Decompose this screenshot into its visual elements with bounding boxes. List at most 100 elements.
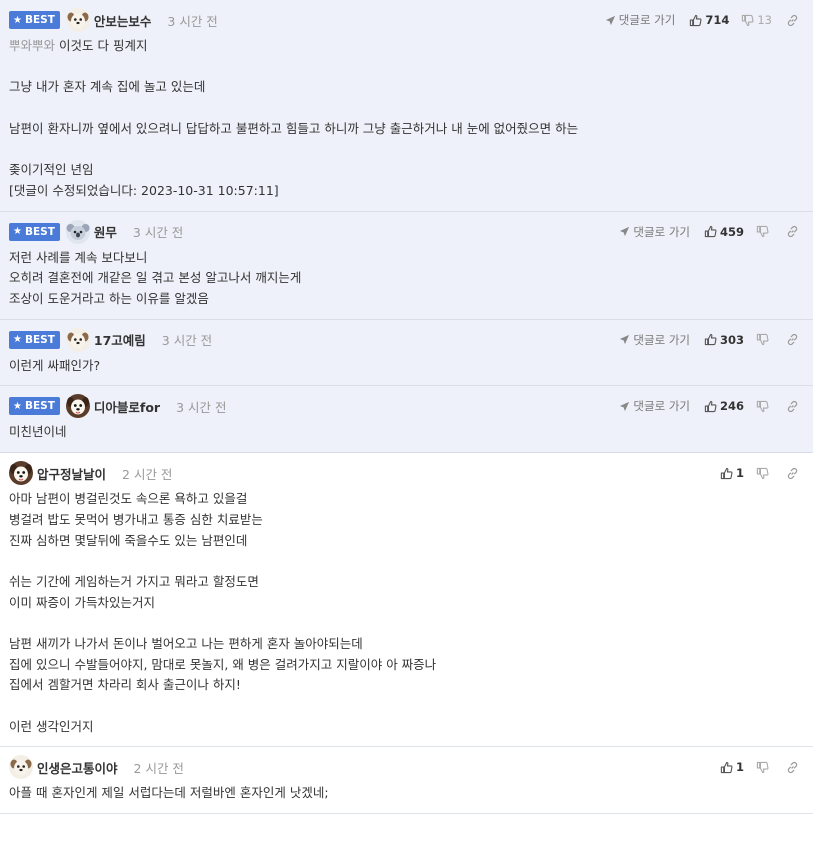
comment-body: 저런 사례를 계속 보다보니 오히려 결혼전에 개같은 일 겪고 본성 알고나서 …: [9, 248, 803, 310]
comment-line: 병걸려 밥도 못먹어 병가내고 통증 심한 치료받는: [9, 510, 803, 531]
avatar[interactable]: [65, 8, 90, 32]
avatar[interactable]: [65, 327, 90, 352]
upvote-button[interactable]: 1: [720, 760, 744, 774]
author-nickname[interactable]: 압구정날날이: [37, 464, 106, 483]
copy-link-button[interactable]: [786, 14, 799, 27]
downvote-button[interactable]: 13: [741, 13, 772, 27]
comment-text: 이런게 싸패인가?: [9, 357, 101, 373]
best-badge: ★ BEST: [9, 11, 60, 29]
avatar[interactable]: [9, 461, 33, 486]
upvote-button[interactable]: 714: [689, 13, 729, 27]
downvote-button[interactable]: [756, 333, 772, 346]
comment: 압구정날날이 2 시간 전 1 아마 남편이 병걸린것도 속으론 욕하고 있을걸…: [0, 453, 813, 748]
comment: ★ BEST 디아블로for 3 시간 전 댓글로 가기 246 미친년이네: [0, 386, 813, 454]
comment-text: 좆이기적인 년임: [9, 162, 94, 178]
comment-actions: 1: [720, 461, 803, 485]
thumbs-up-icon: [720, 761, 733, 774]
downvote-button[interactable]: [756, 225, 772, 238]
upvote-count: 714: [705, 13, 730, 27]
comment-line: [9, 696, 803, 717]
comment-text: [댓글이 수정되었습니다: 2023-10-31 10:57:11]: [9, 182, 279, 198]
upvote-button[interactable]: 246: [704, 399, 744, 413]
comment-actions: 댓글로 가기 459: [619, 220, 803, 244]
comment-body: 뿌와뿌와 이것도 다 핑계지 그냥 내가 혼자 계속 집에 놀고 있는데 남편이 환자…: [9, 36, 803, 202]
thumbs-up-icon: [704, 400, 717, 413]
upvote-count: 303: [719, 332, 744, 347]
copy-link-button[interactable]: [786, 225, 799, 238]
comment-header: 압구정날날이 2 시간 전 1: [9, 461, 803, 486]
author-nickname[interactable]: 인생은고통이야: [37, 758, 118, 777]
comment-line: [9, 57, 803, 78]
goto-reply-link[interactable]: 댓글로 가기: [619, 332, 690, 348]
best-badge-label: BEST: [24, 225, 55, 238]
thumbs-down-icon: [756, 334, 769, 346]
best-badge-label: BEST: [24, 400, 55, 413]
comment-line: 남편이 환자니까 옆에서 있으려니 답답하고 불편하고 힘들고 하니까 그냥 출…: [9, 119, 803, 140]
thumbs-down-icon: [756, 467, 769, 479]
send-icon: [620, 401, 630, 411]
comment-line: 아플 때 혼자인게 제일 서럽다는데 저럴바엔 혼자인게 낫겠네;: [9, 783, 803, 804]
avatar[interactable]: [9, 755, 33, 780]
avatar[interactable]: [65, 219, 90, 244]
comment: ★ BEST 안보는보수 3 시간 전 댓글로 가기 714 13 뿌와뿌와 이…: [0, 0, 813, 212]
goto-reply-link[interactable]: 댓글로 가기: [619, 398, 690, 414]
goto-reply-label: 댓글로 가기: [633, 224, 690, 239]
comment-header: ★ BEST 원무 3 시간 전 댓글로 가기 459: [9, 219, 803, 244]
downvote-button[interactable]: [756, 761, 772, 774]
comment-time: 2 시간 전: [122, 466, 173, 482]
upvote-count: 1: [735, 760, 744, 775]
reply-target-nickname[interactable]: 뿌와뿌와: [9, 38, 55, 53]
send-icon: [620, 335, 630, 345]
comment-actions: 댓글로 가기 303: [619, 328, 803, 352]
comment-text: 조상이 도운거라고 하는 이유를 알겠음: [9, 290, 209, 306]
comment-body: 아마 남편이 병걸린것도 속으론 욕하고 있을걸 병걸려 밥도 못먹어 병가내고 …: [9, 489, 803, 737]
comment-line: [9, 551, 803, 572]
comment-text: 이런 생각인거지: [9, 718, 94, 734]
author-nickname[interactable]: 원무: [94, 222, 117, 241]
goto-reply-label: 댓글로 가기: [633, 332, 690, 347]
author-nickname[interactable]: 안보는보수: [94, 11, 152, 30]
comment-header: ★ BEST 디아블로for 3 시간 전 댓글로 가기 246: [9, 394, 803, 419]
comment-header: ★ BEST 17고예림 3 시간 전 댓글로 가기 303: [9, 327, 803, 352]
copy-link-button[interactable]: [786, 761, 799, 774]
comment-text: 집에서 겜할거면 차라리 회사 출근이나 하지!: [9, 677, 241, 693]
comment-time: 2 시간 전: [133, 760, 184, 776]
upvote-button[interactable]: 303: [704, 333, 744, 347]
upvote-button[interactable]: 459: [704, 225, 744, 239]
comment-line: 집에 있으니 수발들어야지, 맘대로 못놀지, 왜 병은 걸려가지고 지랄이야 …: [9, 655, 803, 676]
comment-text: 남편 새끼가 나가서 돈이나 벌어오고 나는 편하게 혼자 놀아야되는데: [9, 635, 363, 651]
goto-reply-link[interactable]: 댓글로 가기: [619, 224, 690, 240]
copy-link-button[interactable]: [786, 400, 799, 413]
comment-line: 이런 생각인거지: [9, 717, 803, 738]
upvote-button[interactable]: 1: [720, 466, 744, 480]
comment-line: 이미 짜증이 가득차있는거지: [9, 593, 803, 614]
copy-link-button[interactable]: [786, 333, 799, 346]
author-nickname[interactable]: 17고예림: [94, 330, 146, 349]
comment-line: 저런 사례를 계속 보다보니: [9, 248, 803, 269]
avatar[interactable]: [65, 394, 90, 419]
goto-reply-link[interactable]: 댓글로 가기: [605, 12, 675, 28]
send-icon: [620, 226, 630, 237]
comment-time: 3 시간 전: [132, 225, 184, 241]
comment: 인생은고통이야 2 시간 전 1 아플 때 혼자인게 제일 서럽다는데 저럴바엔…: [0, 747, 813, 815]
link-icon: [787, 467, 798, 479]
star-icon: ★: [13, 226, 22, 238]
copy-link-button[interactable]: [786, 467, 799, 480]
comment-header: 인생은고통이야 2 시간 전 1: [9, 755, 803, 780]
thumbs-up-icon: [704, 225, 717, 238]
comment-line: 오히려 결혼전에 개같은 일 겪고 본성 알고나서 깨지는게: [9, 268, 803, 289]
downvote-button[interactable]: [756, 400, 772, 413]
comment-body: 미친년이네: [9, 422, 803, 443]
comment-time: 3 시간 전: [167, 13, 218, 29]
comment-line: 아마 남편이 병걸린것도 속으론 욕하고 있을걸: [9, 489, 803, 510]
best-badge: ★ BEST: [9, 330, 60, 349]
comment-actions: 댓글로 가기 246: [619, 394, 803, 418]
downvote-count: 13: [757, 13, 772, 27]
comment-time: 3 시간 전: [176, 399, 227, 415]
comment-text: 이것도 다 핑계지: [59, 38, 148, 53]
comment-text: 진짜 심하면 몇달뒤에 죽을수도 있는 남편인데: [9, 532, 248, 548]
downvote-button[interactable]: [756, 467, 772, 480]
comment-text: 미친년이네: [9, 424, 67, 440]
author-nickname[interactable]: 디아블로for: [94, 397, 160, 416]
comment-line: 쉬는 기간에 게임하는거 가지고 뭐라고 할정도면: [9, 572, 803, 593]
